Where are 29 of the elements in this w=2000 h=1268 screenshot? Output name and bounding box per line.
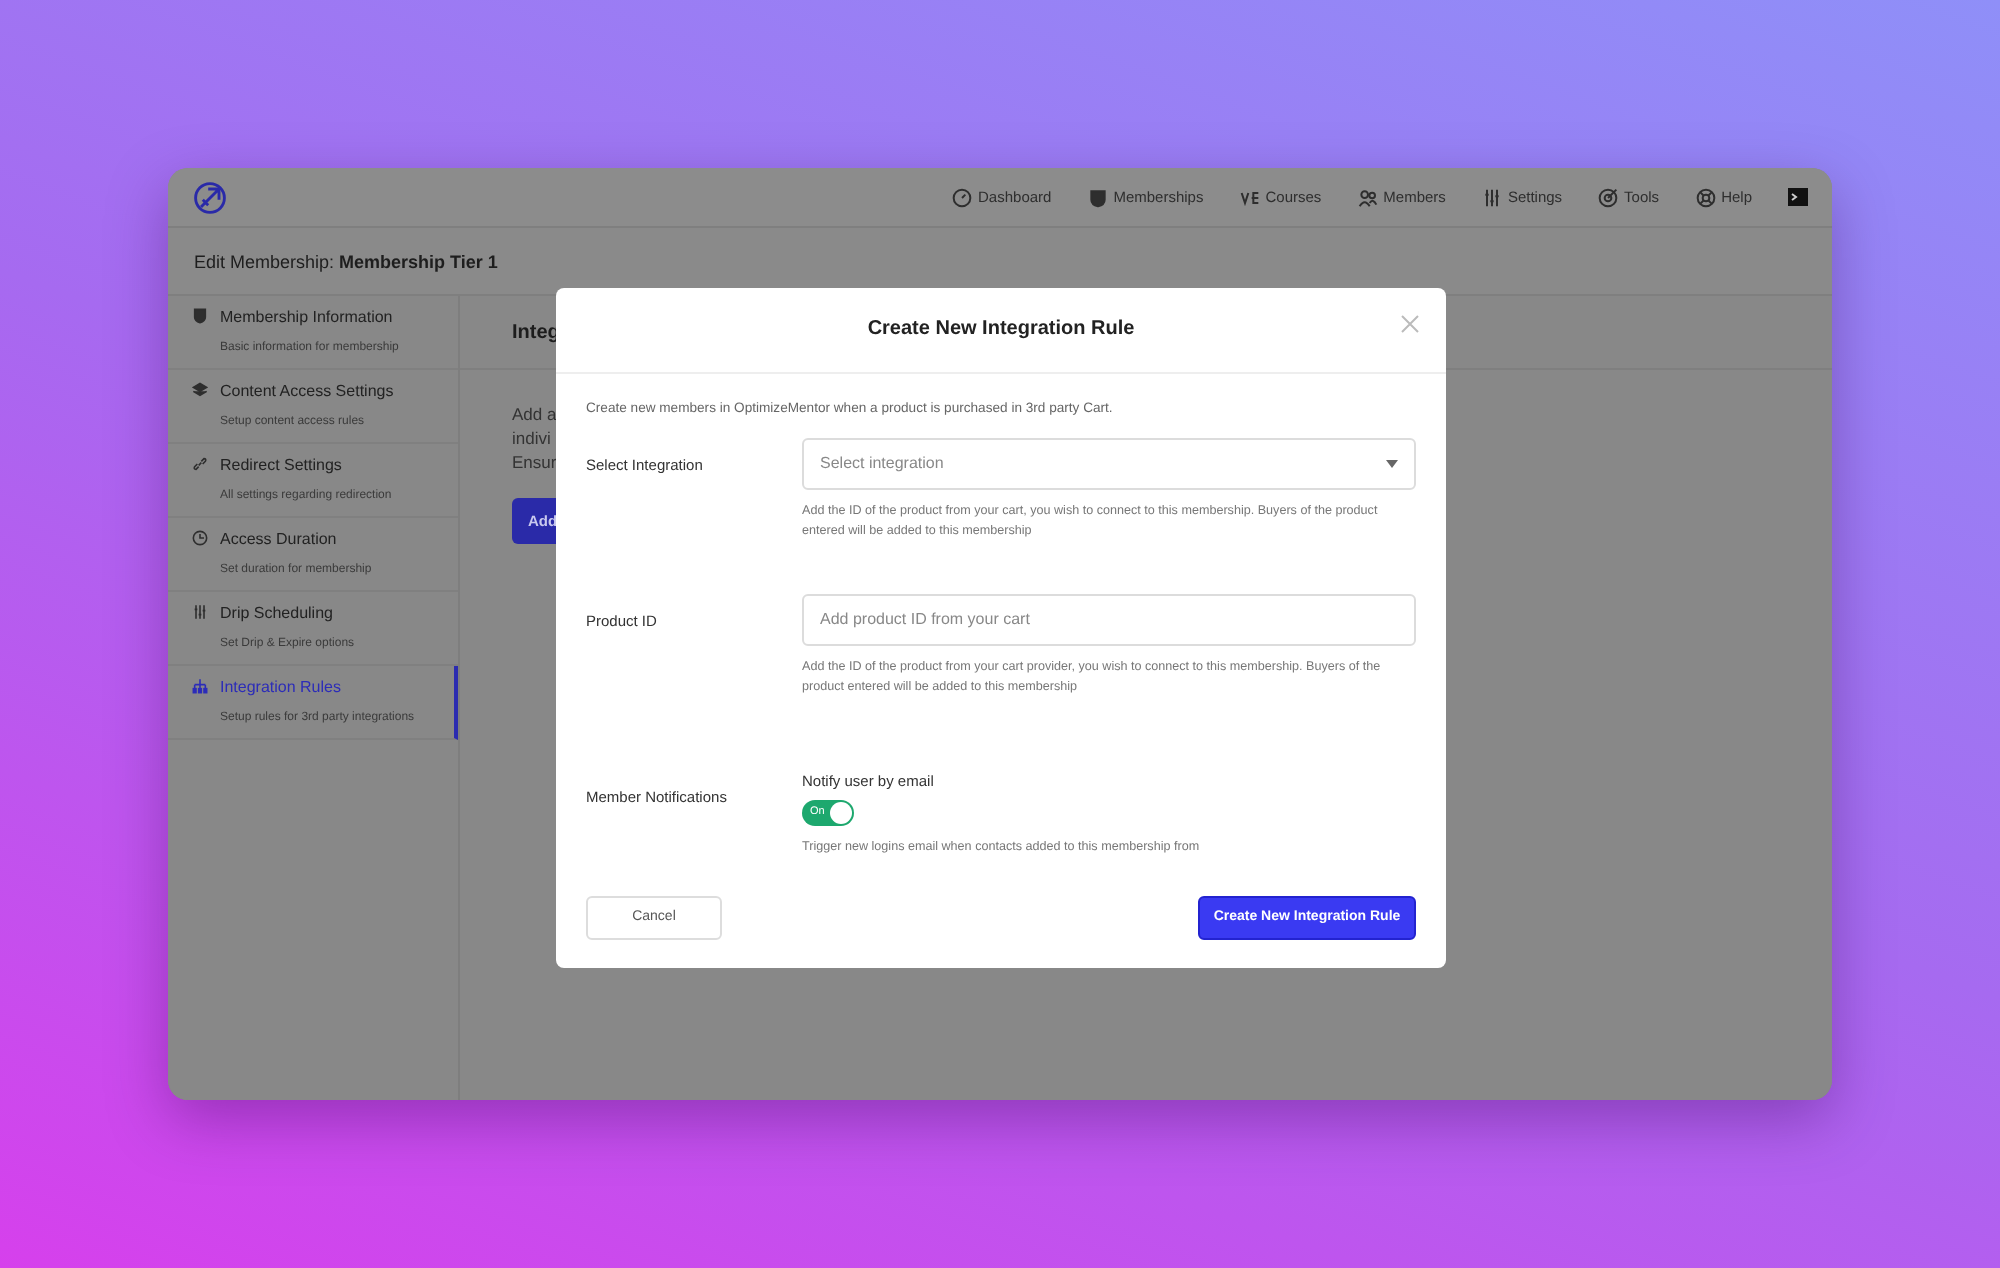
gauge-icon	[952, 187, 973, 207]
clock-icon	[192, 530, 208, 546]
sidebar-item-title: Access Duration	[220, 528, 339, 552]
terminal-icon[interactable]	[1788, 188, 1808, 206]
sliders-icon	[192, 604, 208, 620]
logo-icon[interactable]	[192, 179, 228, 215]
sidebar-item-title: Integration Rules	[220, 676, 343, 700]
target-icon	[1598, 187, 1619, 207]
sliders-icon	[1481, 187, 1502, 207]
hierarchy-icon	[192, 678, 208, 694]
sidebar-item-title: Membership Information	[220, 306, 395, 330]
lifebuoy-icon	[1695, 187, 1716, 207]
shield-icon	[1087, 187, 1108, 207]
sidebar-item-title: Redirect Settings	[220, 454, 344, 478]
caret-icon	[1386, 459, 1398, 468]
sidebar-item-title: Drip Scheduling	[220, 602, 335, 626]
people-icon	[1357, 187, 1378, 207]
description-text: Add a	[512, 404, 557, 424]
layers-icon	[192, 382, 208, 398]
input-field[interactable]: Add product ID from your cart	[802, 593, 1416, 646]
description-text: indivi	[512, 428, 551, 448]
shield-icon	[192, 308, 208, 324]
close-icon[interactable]	[1400, 314, 1420, 334]
page-title: Edit Membership: Membership Tier 1	[168, 228, 1832, 296]
modal-title: Create New Integration Rule	[867, 316, 1135, 345]
description-text: Ensur	[512, 452, 557, 472]
link-icon	[192, 456, 208, 472]
sidebar-item-title: Content Access Settings	[220, 380, 394, 404]
select-field[interactable]: Select integration	[802, 437, 1416, 490]
